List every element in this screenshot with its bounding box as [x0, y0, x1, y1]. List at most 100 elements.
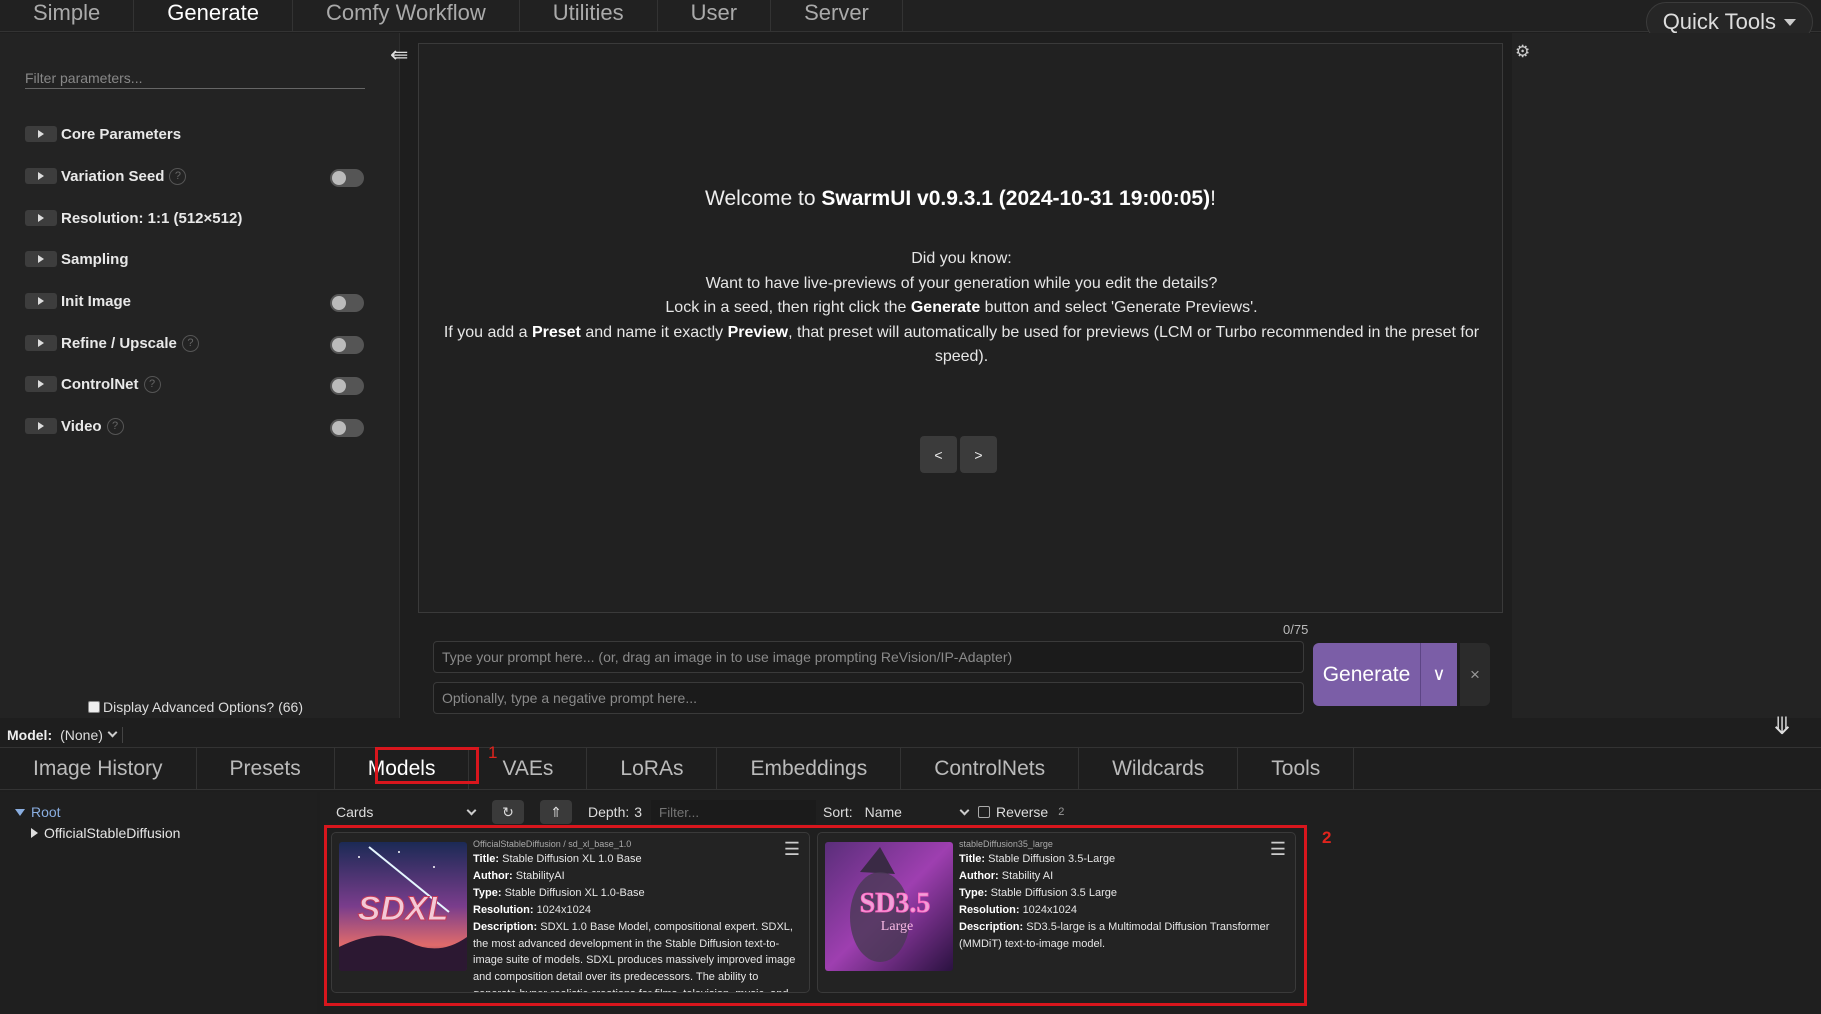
help-icon[interactable]: ? [106, 417, 124, 435]
filter-parameters-input[interactable] [25, 67, 365, 89]
tree-root[interactable]: Root [15, 804, 61, 820]
right-panel [1512, 33, 1821, 718]
tab-simple[interactable]: Simple [0, 0, 135, 32]
expand-icon[interactable] [25, 293, 57, 309]
advanced-options-label: Display Advanced Options? (66) [103, 699, 303, 715]
advanced-options-checkbox[interactable] [88, 701, 100, 713]
tab-generate[interactable]: Generate [134, 0, 293, 32]
group-label: Refine / Upscale [61, 334, 177, 352]
reverse-label: Reverse [996, 804, 1049, 820]
video-toggle[interactable] [330, 419, 364, 437]
expand-icon[interactable] [25, 418, 57, 434]
tab-user[interactable]: User [658, 0, 772, 32]
reverse-sort[interactable]: Reverse 2 [978, 804, 1064, 820]
previous-tip-button[interactable]: < [920, 436, 957, 473]
top-nav: Simple Generate Comfy Workflow Utilities… [0, 0, 1821, 32]
tip-navigation: < > [920, 436, 997, 473]
group-sampling[interactable]: Sampling [25, 247, 129, 271]
model-label: Model: [7, 726, 53, 743]
negative-prompt-input[interactable]: Optionally, type a negative prompt here.… [433, 682, 1304, 714]
group-video[interactable]: Video ? [25, 414, 124, 438]
depth-value[interactable]: 3 [634, 804, 642, 820]
tab-image-history[interactable]: Image History [0, 747, 197, 790]
model-value: (None) [60, 726, 103, 743]
tab-comfy-workflow[interactable]: Comfy Workflow [293, 0, 520, 32]
annotation-label-1: 1 [488, 743, 498, 762]
tree-folder-officialstablediffusion[interactable]: OfficialStableDiffusion [31, 825, 180, 841]
up-arrow-icon: ⇑ [550, 803, 562, 820]
chevron-down-icon [15, 808, 25, 816]
expand-icon[interactable] [25, 251, 57, 267]
sort-select[interactable]: Sort: Name [823, 804, 970, 820]
view-mode-value: Cards [336, 804, 374, 820]
browser-filter-input[interactable] [651, 800, 817, 824]
help-icon[interactable]: ? [181, 334, 199, 352]
model-bar: Model: (None) [0, 723, 1821, 746]
group-resolution[interactable]: Resolution: 1:1 (512×512) [25, 206, 242, 230]
help-icon[interactable]: ? [169, 167, 187, 185]
tab-tools[interactable]: Tools [1238, 747, 1355, 790]
sort-label: Sort: [823, 804, 853, 820]
tip-text: Did you know: Want to have live-previews… [443, 250, 1480, 365]
welcome-heading: Welcome to SwarmUI v0.9.3.1 (2024-10-31 … [705, 187, 1216, 210]
next-tip-button[interactable]: > [960, 436, 997, 473]
chevron-down-icon [107, 727, 118, 738]
reverse-count: 2 [1058, 806, 1065, 818]
controlnet-toggle[interactable] [330, 377, 364, 395]
tree-folder-label: OfficialStableDiffusion [44, 825, 181, 841]
tab-loras[interactable]: LoRAs [587, 747, 718, 790]
model-select[interactable]: (None) [60, 726, 123, 743]
group-label: Sampling [61, 250, 129, 268]
display-advanced-options[interactable]: Display Advanced Options? (66) [88, 699, 303, 715]
browser-toolbar: Cards ↻ ⇑ Depth: 3 Sort: Name Reverse 2 [333, 799, 1064, 825]
reverse-checkbox[interactable] [978, 806, 991, 818]
expand-icon[interactable] [25, 210, 57, 226]
chevron-right-icon [31, 828, 38, 838]
group-variation-seed[interactable]: Variation Seed ? [25, 164, 187, 188]
sort-value: Name [864, 804, 902, 820]
annotation-box-models-tab [375, 747, 479, 784]
expand-icon[interactable] [25, 376, 57, 392]
expand-icon[interactable] [25, 126, 57, 142]
tab-server[interactable]: Server [771, 0, 903, 32]
collapse-panel-icon[interactable]: ⇚ [390, 44, 408, 66]
tab-presets[interactable]: Presets [197, 747, 335, 790]
tab-wildcards[interactable]: Wildcards [1079, 747, 1239, 790]
cancel-generation-button[interactable]: × [1460, 643, 1490, 706]
chevron-down-icon [466, 805, 477, 815]
tab-utilities[interactable]: Utilities [520, 0, 658, 32]
init-image-toggle[interactable] [330, 294, 364, 312]
refine-upscale-toggle[interactable] [330, 336, 364, 354]
help-icon[interactable]: ? [143, 375, 161, 393]
group-label: Video [61, 417, 102, 435]
tree-root-label: Root [31, 804, 61, 820]
annotation-box-model-cards [324, 825, 1307, 1006]
depth-control[interactable]: Depth: 3 [588, 804, 642, 820]
generate-dropdown-button[interactable]: ∨ [1420, 643, 1457, 706]
expand-icon[interactable] [25, 168, 57, 184]
expand-icon[interactable] [25, 335, 57, 351]
generate-controls: Generate ∨ × [1313, 643, 1490, 706]
view-mode-select[interactable]: Cards [333, 800, 478, 824]
depth-label: Depth: [588, 804, 630, 820]
generate-button[interactable]: Generate [1313, 643, 1420, 706]
double-down-arrow-icon[interactable]: ⤋ [1772, 712, 1792, 741]
gear-icon[interactable]: ⚙ [1515, 42, 1530, 62]
group-refine-upscale[interactable]: Refine / Upscale ? [25, 331, 199, 355]
model-folder-tree: Root OfficialStableDiffusion [0, 792, 317, 1014]
group-core-parameters[interactable]: Core Parameters [25, 122, 181, 146]
go-up-button[interactable]: ⇑ [540, 800, 572, 824]
group-controlnet[interactable]: ControlNet ? [25, 372, 161, 396]
parameters-panel: Core Parameters Variation Seed ? Resolut… [0, 33, 400, 718]
tab-controlnets[interactable]: ControlNets [901, 747, 1080, 790]
prompt-input[interactable]: Type your prompt here... (or, drag an im… [433, 641, 1304, 673]
group-init-image[interactable]: Init Image [25, 289, 131, 313]
image-preview-area: Welcome to SwarmUI v0.9.3.1 (2024-10-31 … [418, 43, 1503, 613]
variation-seed-toggle[interactable] [330, 169, 364, 187]
refresh-button[interactable]: ↻ [492, 800, 524, 824]
refresh-icon: ↻ [502, 803, 514, 820]
group-label: Init Image [61, 292, 132, 310]
group-label: ControlNet [61, 375, 139, 393]
chevron-down-icon: ∨ [1432, 664, 1446, 684]
tab-embeddings[interactable]: Embeddings [717, 747, 902, 790]
